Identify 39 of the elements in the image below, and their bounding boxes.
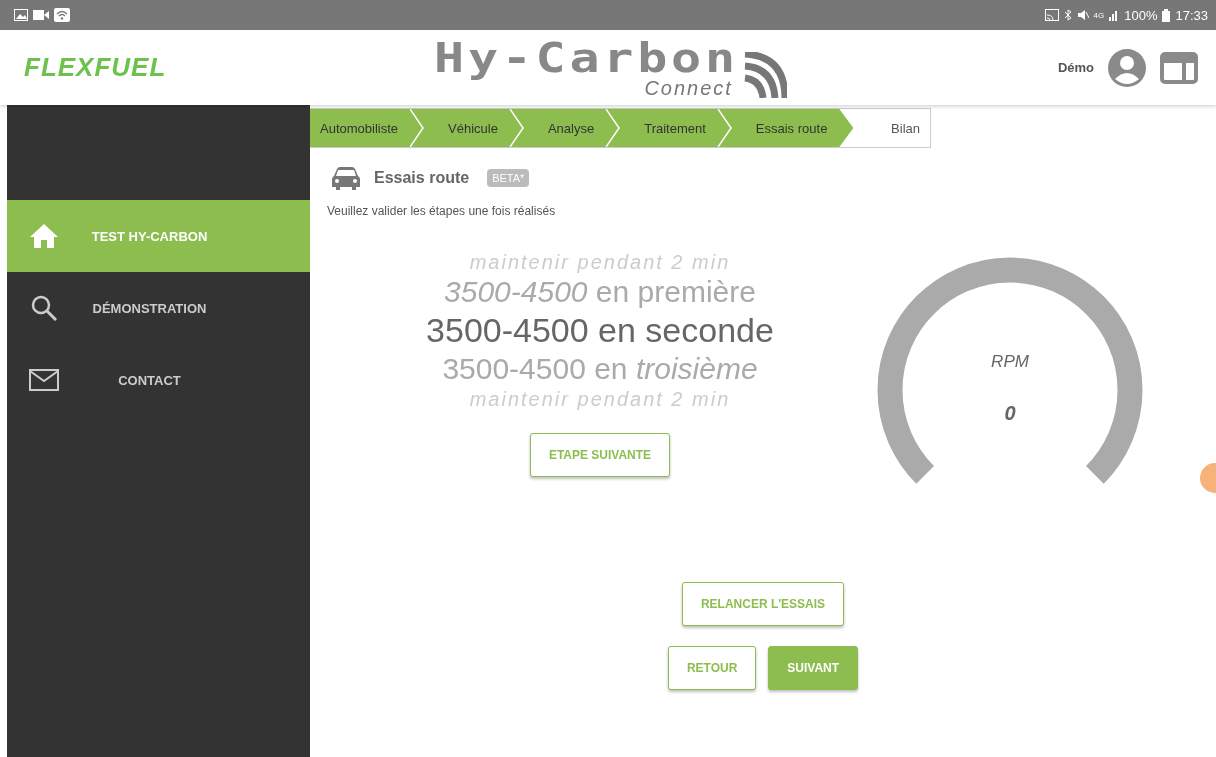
chevron-icon [509, 109, 524, 147]
breadcrumb-step[interactable]: Traitement [620, 109, 732, 147]
signal-waves-icon [742, 51, 787, 98]
search-icon [29, 295, 59, 321]
wifi-icon [54, 8, 70, 22]
sidebar-item[interactable]: DÉMONSTRATION [7, 272, 310, 344]
chevron-icon [410, 109, 425, 147]
chevron-icon [606, 109, 621, 147]
app-title: Hy-Carbon [434, 37, 739, 78]
breadcrumb-step[interactable]: Essais route [731, 109, 854, 147]
breadcrumb-step[interactable]: Analyse [523, 109, 621, 147]
cast-icon [1044, 9, 1059, 21]
layout-icon[interactable] [1160, 51, 1198, 84]
gauge-label: RPM [990, 352, 1030, 372]
image-icon [14, 9, 28, 21]
network-label: 4G [1093, 10, 1105, 20]
mute-icon [1076, 9, 1089, 21]
app-subtitle: Connect [644, 77, 733, 98]
mail-icon [29, 369, 59, 391]
battery-icon [1162, 8, 1171, 22]
breadcrumb-step[interactable]: Automobiliste [310, 109, 425, 147]
user-name: Démo [1057, 60, 1094, 75]
instruction-text: Veuillez valider les étapes une fois réalisés [327, 204, 557, 218]
home-icon [29, 224, 59, 248]
gauge-reading: 0 [1003, 402, 1017, 425]
flexfuel-logo: FLEXFUEL [24, 52, 168, 83]
picker-option[interactable]: 3500-4500 en seconde [426, 310, 774, 351]
breadcrumb-step[interactable]: Véhicule [424, 109, 524, 147]
chevron-icon [717, 109, 732, 147]
beta-badge: BETA* [487, 169, 530, 187]
video-icon [33, 9, 49, 21]
clock: 17:33 [1175, 7, 1208, 23]
battery-percent: 100% [1124, 7, 1158, 23]
bluetooth-icon [1063, 9, 1072, 21]
account-icon[interactable] [1108, 48, 1146, 87]
section-title: Essais route [374, 169, 470, 187]
car-icon [332, 166, 360, 190]
sidebar-item[interactable]: CONTACT [7, 344, 310, 416]
signal-icon [1109, 9, 1120, 21]
